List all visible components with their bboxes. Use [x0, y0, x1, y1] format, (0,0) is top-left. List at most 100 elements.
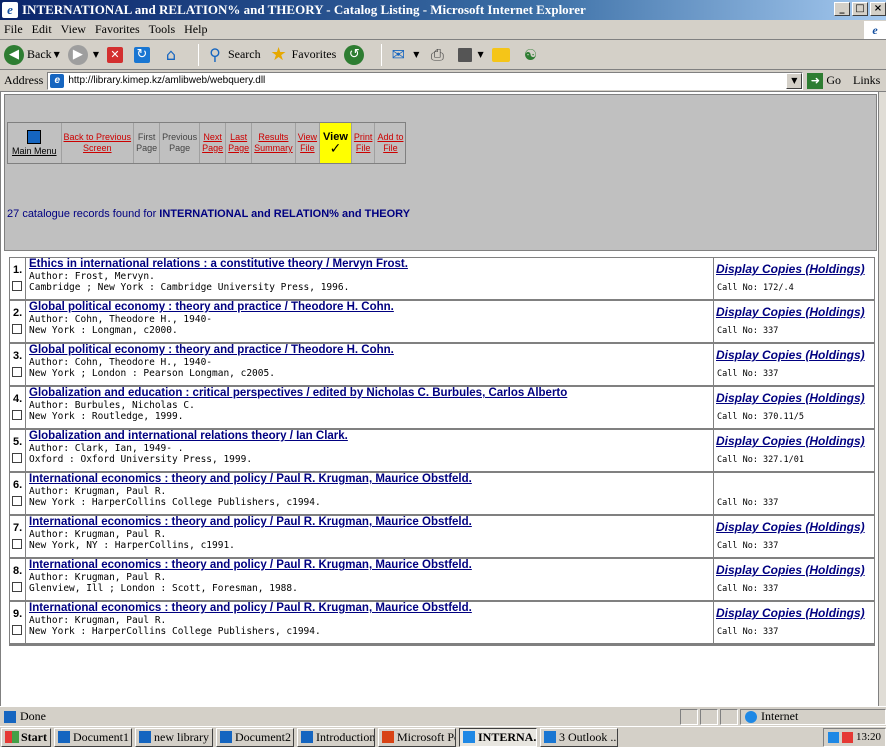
windows-logo-icon: e: [864, 21, 886, 39]
window-title-bar[interactable]: e INTERNATIONAL and RELATION% and THEORY…: [0, 0, 886, 20]
display-copies-link[interactable]: Display Copies (Holdings): [716, 606, 865, 620]
display-copies-link[interactable]: Display Copies (Holdings): [716, 391, 865, 405]
result-title-link[interactable]: International economics : theory and pol…: [29, 602, 713, 615]
stop-icon: ✕: [106, 46, 123, 63]
history-button[interactable]: ↺: [344, 44, 367, 65]
call-number: Call No: 337: [717, 369, 779, 379]
messenger-button[interactable]: ☯: [521, 45, 544, 65]
chevron-down-icon[interactable]: ▼: [477, 50, 483, 59]
start-button[interactable]: Start: [1, 727, 51, 747]
result-row: 7. International economics : theory and p…: [10, 516, 874, 559]
address-dropdown-icon[interactable]: ▼: [786, 72, 803, 89]
search-icon: ⚲: [209, 45, 221, 64]
taskbar-task-button[interactable]: Document1 ...: [54, 727, 132, 747]
back-button[interactable]: ◀ Back ▼: [4, 44, 60, 65]
word-app-icon: [220, 731, 232, 743]
display-copies-link[interactable]: Display Copies (Holdings): [716, 305, 865, 319]
display-copies-link[interactable]: Display Copies (Holdings): [716, 563, 865, 577]
address-label: Address: [4, 73, 44, 87]
display-copies-link[interactable]: Display Copies (Holdings): [716, 434, 865, 448]
menu-tools[interactable]: Tools: [149, 22, 176, 37]
result-select-checkbox[interactable]: [12, 496, 22, 506]
word-app-icon: [58, 731, 70, 743]
vertical-scrollbar[interactable]: [878, 92, 886, 706]
result-title-link[interactable]: International economics : theory and pol…: [29, 516, 713, 529]
menu-file[interactable]: File: [4, 22, 23, 37]
results-summary-button[interactable]: Results Summary: [252, 123, 296, 163]
mail-button[interactable]: ✉ ▼: [388, 45, 420, 65]
result-number: 5.: [13, 436, 23, 448]
links-button[interactable]: Links: [853, 73, 880, 88]
forward-button[interactable]: ▶ ▼: [67, 44, 99, 65]
result-description: Global political economy : theory and pr…: [26, 344, 714, 385]
folder-button[interactable]: [491, 47, 513, 62]
result-title-link[interactable]: Global political economy : theory and pr…: [29, 344, 713, 357]
search-button[interactable]: ⚲ Search: [205, 45, 261, 65]
printer-icon: ⎙: [431, 44, 444, 64]
view-file-button[interactable]: View File: [296, 123, 321, 163]
edit-button[interactable]: ▼: [458, 47, 484, 62]
taskbar-task-button[interactable]: Introduction ...: [297, 727, 375, 747]
display-copies-link[interactable]: Display Copies (Holdings): [716, 262, 865, 276]
display-copies-link[interactable]: Display Copies (Holdings): [716, 520, 865, 534]
menu-help[interactable]: Help: [184, 22, 207, 37]
taskbar-task-button[interactable]: Document2 ...: [216, 727, 294, 747]
result-select-checkbox[interactable]: [12, 281, 22, 291]
maximize-button[interactable]: □: [852, 2, 868, 16]
result-description: Globalization and international relation…: [26, 430, 714, 471]
menu-view[interactable]: View: [61, 22, 86, 37]
menu-edit[interactable]: Edit: [32, 22, 52, 37]
result-select-checkbox[interactable]: [12, 367, 22, 377]
tray-icon[interactable]: [841, 731, 853, 743]
result-select-checkbox[interactable]: [12, 410, 22, 420]
tray-icon[interactable]: [827, 731, 839, 743]
result-title-link[interactable]: Global political economy : theory and pr…: [29, 301, 713, 314]
view-file-highlighted-button[interactable]: View ✓: [320, 123, 352, 163]
previous-page-button: Previous Page: [160, 123, 201, 163]
stop-button[interactable]: ✕: [106, 46, 126, 63]
refresh-button[interactable]: ↻: [133, 46, 153, 63]
chevron-down-icon[interactable]: ▼: [93, 50, 99, 59]
call-number: Call No: 337: [717, 326, 779, 336]
taskbar-task-button[interactable]: Microsoft Po...: [378, 727, 456, 747]
taskbar-task-button[interactable]: INTERNA...: [459, 727, 537, 747]
result-number-cell: 2.: [10, 301, 26, 342]
folder-icon: [491, 47, 510, 62]
result-title-link[interactable]: Globalization and international relation…: [29, 430, 713, 443]
address-input[interactable]: e http://library.kimep.kz/amlibweb/webqu…: [47, 71, 804, 90]
call-number: Call No: 337: [717, 541, 779, 551]
close-button[interactable]: ×: [870, 2, 886, 16]
result-title-link[interactable]: International economics : theory and pol…: [29, 559, 713, 572]
result-row: 6. International economics : theory and p…: [10, 473, 874, 516]
result-select-checkbox[interactable]: [12, 453, 22, 463]
menu-favorites[interactable]: Favorites: [95, 22, 140, 37]
result-select-checkbox[interactable]: [12, 539, 22, 549]
chevron-down-icon[interactable]: ▼: [413, 50, 419, 59]
result-holdings-cell: Display Copies (Holdings) Call No: 337: [714, 301, 874, 342]
print-button[interactable]: ⎙: [427, 45, 450, 65]
favorites-button[interactable]: ★ Favorites: [269, 44, 337, 65]
taskbar-task-button[interactable]: 3 Outlook ...: [540, 727, 618, 747]
call-number: Call No: 337: [717, 584, 779, 594]
minimize-button[interactable]: _: [834, 2, 850, 16]
taskbar-task-button[interactable]: new library ...: [135, 727, 213, 747]
result-row: 5. Globalization and international relati…: [10, 430, 874, 473]
result-number: 6.: [13, 479, 23, 491]
main-menu-button[interactable]: Main Menu: [8, 123, 62, 163]
last-page-button[interactable]: Last Page: [226, 123, 253, 163]
result-select-checkbox[interactable]: [12, 324, 22, 334]
next-page-button[interactable]: Next Page: [200, 123, 227, 163]
result-title-link[interactable]: International economics : theory and pol…: [29, 473, 713, 486]
result-select-checkbox[interactable]: [12, 582, 22, 592]
display-copies-link[interactable]: Display Copies (Holdings): [716, 348, 865, 362]
back-previous-screen-button[interactable]: Back to Previous Screen: [62, 123, 135, 163]
home-button[interactable]: ⌂: [161, 45, 184, 65]
chevron-down-icon[interactable]: ▼: [54, 50, 60, 59]
go-button[interactable]: ➜ Go: [807, 72, 841, 89]
search-query: INTERNATIONAL and RELATION% and THEORY: [159, 208, 411, 220]
add-to-file-button[interactable]: Add to File: [375, 123, 405, 163]
result-select-checkbox[interactable]: [12, 625, 22, 635]
print-file-button[interactable]: Print File: [352, 123, 376, 163]
result-title-link[interactable]: Globalization and education : critical p…: [29, 387, 713, 400]
result-title-link[interactable]: Ethics in international relations : a co…: [29, 258, 713, 271]
